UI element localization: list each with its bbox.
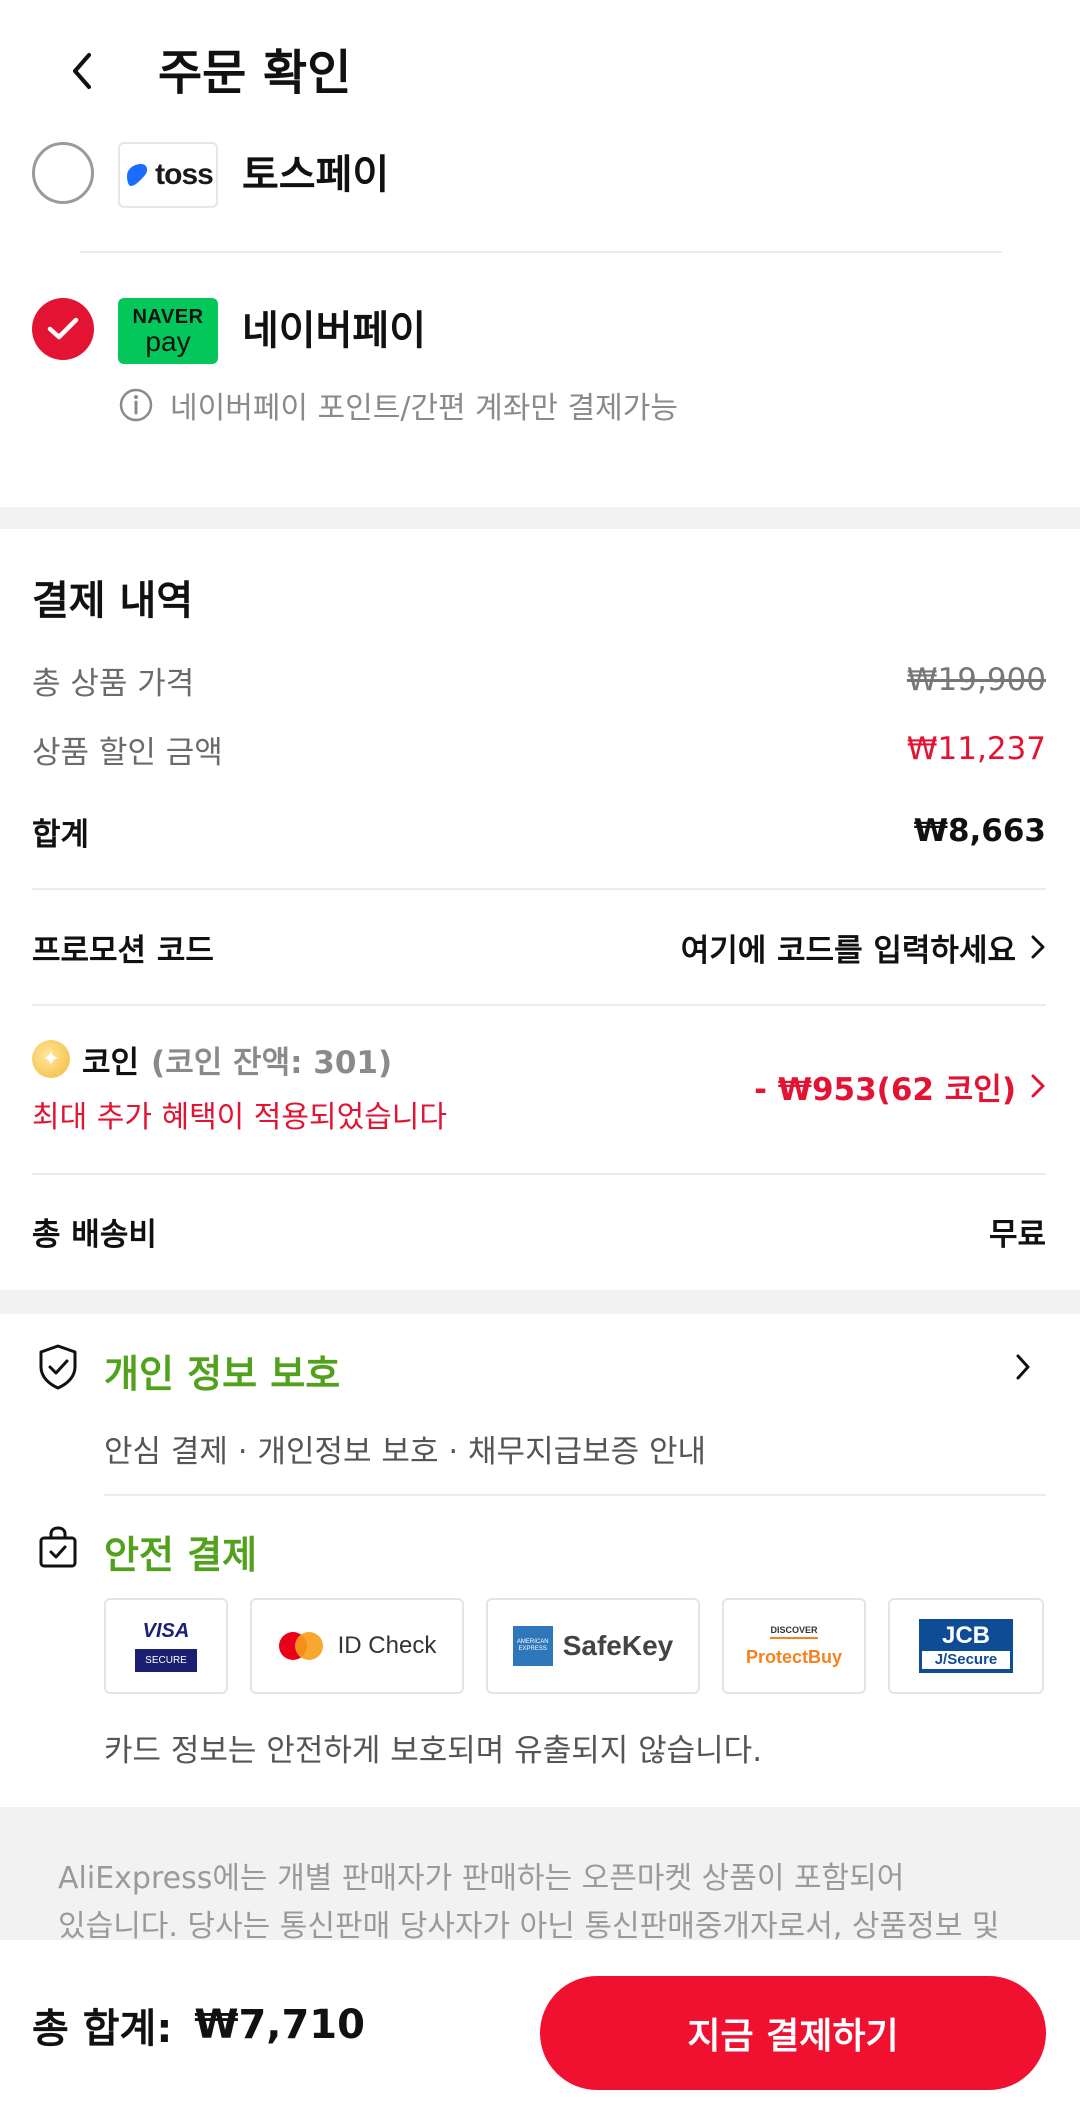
payment-option-naverpay[interactable]: NAVER pay 네이버페이 [0,282,1080,392]
visa-secure-logo: VISA SECURE [104,1598,228,1694]
info-icon [119,388,153,422]
toss-logo-text: toss [155,158,214,191]
card-security-note: 카드 정보는 안전하게 보호되며 유출되지 않습니다. [104,1733,763,1769]
mastercard-id-check-logo: ID Check [250,1598,464,1694]
chevron-right-icon [1031,1074,1045,1098]
protectbuy-text: ProtectBuy [745,1646,843,1667]
total-product-label: 총 상품 가격 [32,665,195,702]
promo-label: 프로모션 코드 [32,932,214,969]
jcb-text: JCB [941,1621,990,1649]
payment-option-toss[interactable]: toss 토스페이 [0,118,1080,228]
promo-placeholder: 여기에 코드를 입력하세요 [680,932,1016,969]
coin-discount-value: - ₩953(62 코인) [754,1071,1016,1108]
divider [32,1004,1046,1006]
toss-logo: toss [118,142,218,208]
order-total-label: 총 합계: [32,2006,173,2052]
chevron-right-icon[interactable] [1014,1352,1032,1382]
disclaimer: AliExpress에는 개별 판매자가 판매하는 오픈마켓 상품이 포함되어 … [0,1807,1080,1944]
checkout-bar: 총 합계: ₩7,710 지금 결제하기 [0,1940,1080,2105]
back-button[interactable] [52,38,112,104]
naver-logo-bottom: pay [145,325,191,357]
pay-now-button[interactable]: 지금 결제하기 [540,1976,1046,2090]
divider [104,1494,1046,1496]
radio-naverpay[interactable] [32,298,94,360]
subtotal-value: ₩8,663 [913,813,1046,849]
check-icon [47,317,79,340]
discount-row: 상품 할인 금액 ₩11,237 [32,727,1046,771]
coin-benefit-text: 최대 추가 혜택이 적용되었습니다 [32,1099,448,1135]
amex-safekey-logo: AMERICAN EXPRESS SafeKey [486,1598,700,1694]
discover-text: DISCOVER [770,1625,818,1639]
coin-discount[interactable]: - ₩953(62 코인) [754,1064,1046,1109]
naverpay-note: 네이버페이 포인트/간편 계좌만 결제가능 [118,380,678,430]
safe-payment-title: 안전 결제 [104,1533,258,1577]
radio-toss[interactable] [32,142,94,204]
card-security-logos: VISA SECURE ID Check AMERICAN EXPRESS Sa… [104,1598,1044,1694]
naverpay-note-text: 네이버페이 포인트/간편 계좌만 결제가능 [170,391,678,426]
payment-name-toss: 토스페이 [242,152,390,198]
shopping-bag-check-icon [39,1526,77,1568]
naver-logo-top: NAVER [132,305,204,328]
promo-input-link[interactable]: 여기에 코드를 입력하세요 [681,925,1046,970]
shipping-label: 총 배송비 [32,1216,157,1253]
visa-text: VISA [142,1620,190,1642]
discover-protectbuy-logo: DISCOVER ProtectBuy [722,1598,866,1694]
coin-info: ✦ 코인 (코인 잔액: 301) 최대 추가 혜택이 적용되었습니다 [32,1037,447,1136]
order-total: 총 합계: ₩7,710 [32,1996,365,2054]
section-gap [0,507,1080,529]
section-gap [0,1290,1080,1314]
chevron-left-icon [73,53,91,89]
coin-label: 코인 [82,1044,140,1081]
discount-label: 상품 할인 금액 [32,734,223,771]
shipping-row: 총 배송비 무료 [32,1208,1046,1254]
privacy-title: 개인 정보 보호 [104,1352,341,1396]
divider [32,1173,1046,1175]
toss-drop-icon [127,164,148,186]
subtotal-label: 합계 [32,816,90,853]
id-check-text: ID Check [337,1632,437,1659]
chevron-right-icon [1031,935,1045,959]
visa-secure-text: SECURE [135,1649,197,1672]
coin-balance: (코인 잔액: 301) [151,1044,393,1081]
divider [32,888,1046,890]
subtotal-row: 합계 ₩8,663 [32,809,1046,853]
jcb-jsecure-logo: JCB J/Secure [888,1598,1044,1694]
total-product-value: ₩19,900 [906,662,1046,698]
coin-row[interactable]: ✦ 코인 (코인 잔액: 301) 최대 추가 혜택이 적용되었습니다 - ₩9… [32,1036,1046,1136]
safekey-text: SafeKey [562,1630,674,1661]
page-title: 주문 확인 [158,45,352,101]
mastercard-icon [278,1632,323,1660]
promo-code-row[interactable]: 프로모션 코드 여기에 코드를 입력하세요 [32,924,1046,970]
privacy-subtitle: 안심 결제 · 개인정보 보호 · 채무지급보증 안내 [104,1434,707,1470]
total-product-row: 총 상품 가격 ₩19,900 [32,658,1046,702]
shield-check-icon [39,1344,77,1390]
disclaimer-line-1: AliExpress에는 개별 판매자가 판매하는 오픈마켓 상품이 포함되어 [58,1861,905,1896]
amex-text: AMERICAN EXPRESS [512,1626,553,1666]
order-total-value: ₩7,710 [194,2002,365,2048]
payment-name-naverpay: 네이버페이 [242,308,426,354]
shipping-value: 무료 [988,1216,1046,1253]
coin-icon: ✦ [32,1040,70,1078]
divider [80,251,1002,253]
summary-title: 결제 내역 [32,578,194,624]
naverpay-logo: NAVER pay [118,298,218,364]
jsecure-text: J/Secure [922,1650,1010,1669]
discount-value: ₩11,237 [906,731,1046,767]
